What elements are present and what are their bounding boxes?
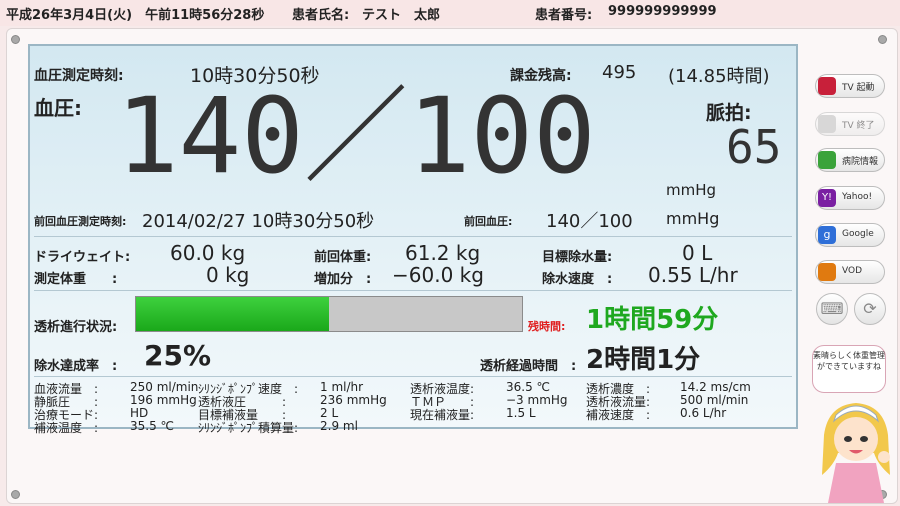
screw-icon (878, 35, 887, 44)
detail-label: 補液速度 : (586, 408, 651, 422)
tv-on-label: TV 起動 (842, 83, 875, 93)
detail-value: 35.5 ℃ (130, 419, 175, 433)
weight-increase-value: −60.0 kg (392, 263, 484, 287)
patient-id-label: 患者番号: (535, 8, 593, 23)
vod-button[interactable]: VOD (815, 260, 885, 284)
detail-value: 2.9 ml (320, 419, 358, 433)
header-bar: 平成26年3月4日(火) 午前11時56分28秒 患者氏名: テスト 太郎 患者… (0, 0, 900, 26)
patient-name-label: 患者氏名: (292, 8, 350, 23)
detail-value: 36.5 ℃ (506, 380, 551, 394)
balance-value: 495 (602, 62, 637, 83)
hospital-info-button[interactable]: 病院情報 (815, 148, 885, 172)
detail-label: 現在補液量: (410, 408, 475, 422)
yahoo-icon: Y! (818, 189, 836, 207)
refresh-button[interactable]: ⟳ (854, 293, 886, 325)
prev-bp-time-label: 前回血圧測定時刻: (34, 215, 127, 228)
progress-bar-fill (136, 297, 329, 331)
progress-bar (135, 296, 523, 332)
prev-bp-label: 前回血圧: (464, 215, 513, 228)
google-button[interactable]: g Google (815, 223, 885, 247)
refresh-icon: ⟳ (863, 299, 877, 318)
nurse-mascot-icon (822, 403, 890, 503)
detail-value: 500 ml/min (680, 393, 749, 407)
progress-label: 透析進行状況: (34, 320, 118, 335)
bp-time-label: 血圧測定時刻: (34, 68, 124, 84)
google-label: Google (842, 229, 874, 239)
yahoo-button[interactable]: Y! Yahoo! (815, 186, 885, 210)
elapsed-label: 透析経過時間 : (480, 359, 577, 374)
detail-value: 250 ml/min (130, 380, 199, 394)
prev-weight-label: 前回体重: (314, 250, 372, 265)
patient-name: テスト 太郎 (362, 8, 441, 23)
detail-value: 0.6 L/hr (680, 406, 727, 420)
measured-weight-label: 測定体重 : (34, 272, 118, 287)
screw-icon (11, 490, 20, 499)
divider (34, 376, 792, 377)
monitor-panel: 血圧測定時刻: 10時30分50秒 課金残高: 495 (14.85時間) 血圧… (28, 44, 798, 435)
target-removal-label: 目標除水量: (542, 250, 613, 265)
detail-value: 236 mmHg (320, 393, 387, 407)
yahoo-label: Yahoo! (842, 192, 873, 202)
screw-icon (11, 35, 20, 44)
detail-value: 1.5 L (506, 406, 536, 420)
detail-value: 2 L (320, 406, 339, 420)
speech-bubble-text: 素晴らしく体重管理ができていますね (813, 351, 885, 371)
vod-icon (818, 263, 836, 281)
achievement-value: 25% (144, 339, 212, 372)
detail-value: 196 mmHg (130, 393, 197, 407)
detail-value: HD (130, 406, 149, 420)
balance-hours: (14.85時間) (668, 66, 770, 87)
patient-id: 999999999999 (608, 4, 717, 19)
dry-weight-value: 60.0 kg (170, 241, 246, 265)
prev-weight-value: 61.2 kg (405, 241, 481, 265)
bp-value: 140／100 (116, 75, 596, 197)
dry-weight-label: ドライウェイト: (34, 250, 131, 265)
tv-off-icon (818, 115, 836, 133)
removal-rate-value: 0.55 L/hr (648, 263, 738, 287)
detail-label: 補液温度 : (34, 421, 99, 435)
detail-label: ｼﾘﾝｼﾞﾎﾟﾝﾌﾟ積算量: (198, 421, 299, 435)
tv-icon (818, 77, 836, 95)
prev-bp-datetime: 2014/02/27 10時30分50秒 (142, 211, 375, 232)
bp-unit: mmHg (666, 181, 717, 199)
remaining-time: 1時間59分 (586, 305, 719, 335)
divider (34, 290, 792, 291)
divider (34, 236, 792, 237)
hospital-label: 病院情報 (842, 157, 879, 167)
achievement-label: 除水達成率 : (34, 359, 118, 374)
measured-weight-value: 0 kg (206, 263, 250, 287)
elapsed-time: 2時間1分 (586, 345, 701, 375)
detail-value: −3 mmHg (506, 393, 568, 407)
target-removal-value: 0 L (682, 241, 713, 265)
keyboard-button[interactable]: ⌨ (816, 293, 848, 325)
remaining-label: 残時間: (528, 320, 566, 333)
vod-label: VOD (842, 266, 863, 276)
tv-off-label: TV 終了 (842, 121, 875, 131)
detail-value: 1 ml/hr (320, 380, 364, 394)
keyboard-icon: ⌨ (820, 299, 844, 318)
detail-value: 14.2 ms/cm (680, 380, 751, 394)
tv-off-button[interactable]: TV 終了 (815, 112, 885, 136)
pulse-value: 65 (726, 120, 782, 174)
current-datetime: 平成26年3月4日(火) 午前11時56分28秒 (6, 8, 265, 23)
weight-increase-label: 増加分 : (314, 272, 372, 287)
google-icon: g (818, 226, 836, 244)
hospital-icon (818, 151, 836, 169)
tv-on-button[interactable]: TV 起動 (815, 74, 885, 98)
bp-label: 血圧: (34, 96, 82, 120)
removal-rate-label: 除水速度 : (542, 272, 613, 287)
prev-bp-value: 140／100 (546, 211, 633, 232)
speech-bubble: 素晴らしく体重管理ができていますね (812, 345, 886, 393)
prev-bp-unit: mmHg (666, 209, 720, 228)
